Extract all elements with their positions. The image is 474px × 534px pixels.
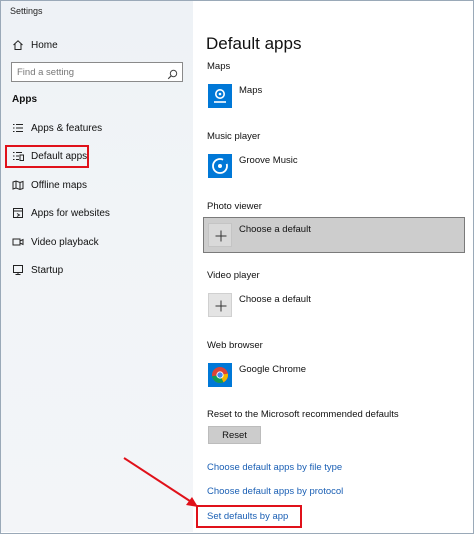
category-label-photo-viewer: Photo viewer [207,201,262,212]
sidebar-item-startup[interactable]: Startup [12,260,63,280]
reset-description: Reset to the Microsoft recommended defau… [207,409,399,420]
link-by-protocol[interactable]: Choose default apps by protocol [207,486,343,497]
category-label-maps: Maps [207,61,231,72]
sidebar-item-label: Apps for websites [31,207,110,219]
sidebar-item-apps-features[interactable]: Apps & features [12,118,102,138]
selection-highlight-box [5,145,89,168]
home-label: Home [31,39,58,51]
choose-default-video-label[interactable]: Choose a default [239,294,311,305]
category-label-video-player: Video player [207,270,260,281]
sidebar-item-label: Offline maps [31,179,87,191]
default-app-name-music[interactable]: Groove Music [239,155,298,166]
chrome-icon[interactable] [208,363,232,387]
sidebar-item-offline-maps[interactable]: Offline maps [12,175,87,195]
section-title-apps: Apps [12,94,37,105]
default-app-name-browser[interactable]: Google Chrome [239,364,306,375]
groove-music-icon[interactable] [208,154,232,178]
category-label-web-browser: Web browser [207,340,263,351]
main-panel [194,1,473,532]
sidebar-item-label: Apps & features [31,122,103,134]
sidebar-item-label: Video playback [31,236,99,248]
home-nav-item[interactable]: Home [12,35,58,55]
page-title: Default apps [206,34,302,53]
photo-viewer-choose-row[interactable] [203,217,465,253]
sidebar-item-apps-for-websites[interactable]: Apps for websites [12,203,110,223]
search-input[interactable] [17,65,162,79]
search-box[interactable] [11,62,183,82]
category-label-music-player: Music player [207,131,261,142]
reset-button[interactable]: Reset [208,426,261,444]
list-icon [12,122,24,134]
startup-icon [12,264,24,276]
plus-icon[interactable] [208,223,232,247]
choose-default-photo-label[interactable]: Choose a default [239,224,311,235]
plus-icon[interactable] [208,293,232,317]
video-icon [12,236,24,248]
window-title: Settings [10,6,43,16]
search-icon[interactable] [167,67,178,80]
link-highlight-box [196,505,302,528]
sidebar-item-video-playback[interactable]: Video playback [12,232,99,252]
sidebar-item-label: Startup [31,264,64,276]
offline-maps-icon [12,179,24,191]
default-app-name-maps[interactable]: Maps [239,85,262,96]
link-by-file-type[interactable]: Choose default apps by file type [207,462,342,473]
home-icon [12,39,24,51]
maps-app-icon[interactable] [208,84,232,108]
apps-for-websites-icon [12,207,24,219]
